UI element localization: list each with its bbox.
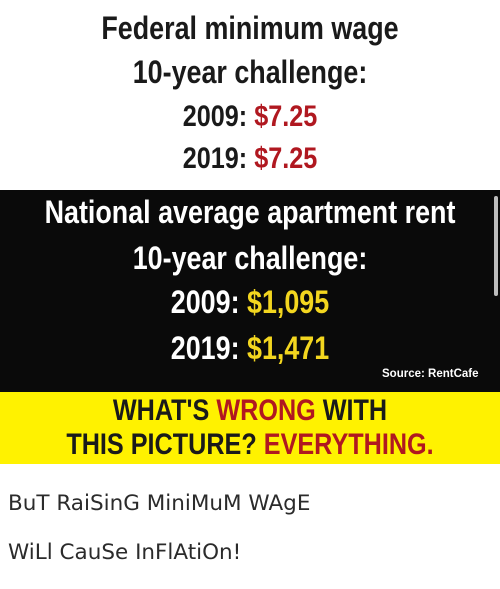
wage-2019-value: $7.25 <box>254 142 318 175</box>
minimum-wage-title: Federal minimum wage <box>101 10 399 46</box>
punchline-highlight: WRONG <box>216 394 316 427</box>
year-2009-label: 2009: <box>170 284 240 320</box>
source-credit: Source: RentCafe <box>382 368 479 380</box>
meme-image: Federal minimum wage 10-year challenge: … <box>0 0 500 464</box>
minimum-wage-2009-row: 2009: $7.25 <box>40 100 460 134</box>
rent-subtitle: 10-year challenge: <box>132 240 368 276</box>
scrollbar[interactable] <box>494 196 498 296</box>
rent-2019-row: 2019: $1,471 <box>40 330 460 367</box>
year-2019-label: 2019: <box>170 330 240 366</box>
minimum-wage-2019-row: 2019: $7.25 <box>40 142 460 176</box>
rent-2019-value: $1,471 <box>246 330 330 366</box>
rent-2009-row: 2009: $1,095 <box>40 284 460 321</box>
wage-2009-value: $7.25 <box>254 100 318 133</box>
punchline-panel: WHAT'S WRONG WITH THIS PICTURE? EVERYTHI… <box>0 392 500 464</box>
minimum-wage-subtitle: 10-year challenge: <box>132 54 368 90</box>
caption-line-1: BuT RaiSinG MiniMuM WAgE <box>8 491 311 516</box>
year-2019-label: 2019: <box>182 142 248 175</box>
punchline-text: WITH <box>315 394 388 427</box>
punchline-highlight: EVERYTHING. <box>263 428 434 461</box>
punchline-text: THIS PICTURE? <box>66 428 264 461</box>
caption-line-2: WiLl CauSe InFlAtiOn! <box>8 540 242 565</box>
punchline-text: WHAT'S <box>112 394 217 427</box>
rent-panel: National average apartment rent 10-year … <box>0 190 500 392</box>
minimum-wage-panel: Federal minimum wage 10-year challenge: … <box>0 0 500 190</box>
rent-title: National average apartment rent <box>44 194 456 230</box>
year-2009-label: 2009: <box>182 100 248 133</box>
punchline-line-1: WHAT'S WRONG WITH <box>40 394 460 428</box>
punchline-line-2: THIS PICTURE? EVERYTHING. <box>40 428 460 462</box>
rent-2009-value: $1,095 <box>246 284 330 320</box>
